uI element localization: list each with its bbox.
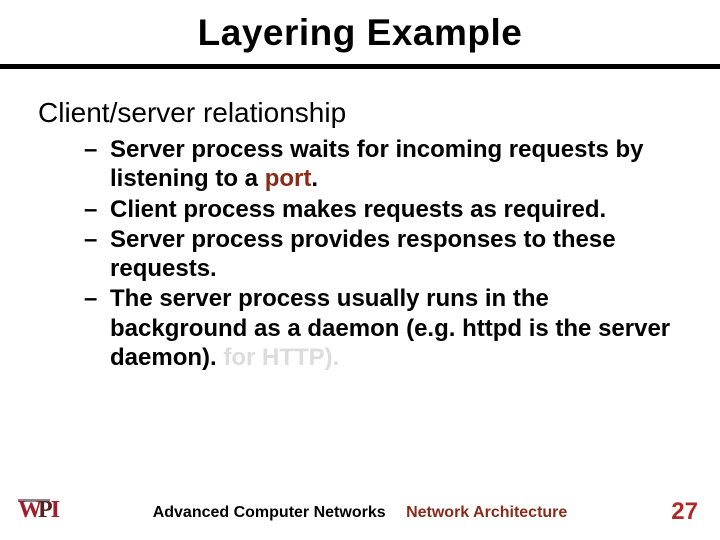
course-name: Advanced Computer Networks — [153, 504, 386, 521]
section-heading: Client/server relationship — [38, 97, 682, 129]
bullet-text: The server process usually runs in the b… — [110, 285, 670, 371]
faded-text: for HTTP). — [217, 344, 340, 371]
content-area: Client/server relationship Server proces… — [0, 69, 720, 372]
bullet-text: Server process provides responses to the… — [110, 226, 616, 282]
bullet-text: . — [311, 165, 318, 192]
bullet-item: Server process waits for incoming reques… — [90, 135, 682, 194]
bullet-text: Client process makes requests as require… — [110, 196, 606, 223]
slide-title: Layering Example — [0, 12, 720, 54]
bullet-list: Server process waits for incoming reques… — [38, 135, 682, 372]
bullet-item: The server process usually runs in the b… — [90, 284, 682, 372]
keyword-port: port — [265, 165, 312, 192]
page-number: 27 — [671, 498, 698, 526]
footer-center: Advanced Computer Networks Network Archi… — [0, 504, 720, 522]
topic-name: Network Architecture — [406, 504, 567, 521]
bullet-item: Server process provides responses to the… — [90, 225, 682, 284]
footer: W P I Advanced Computer Networks Network… — [0, 492, 720, 526]
title-bar: Layering Example — [0, 0, 720, 69]
bullet-item: Client process makes requests as require… — [90, 195, 682, 224]
bullet-text: Server process waits for incoming reques… — [110, 136, 644, 192]
